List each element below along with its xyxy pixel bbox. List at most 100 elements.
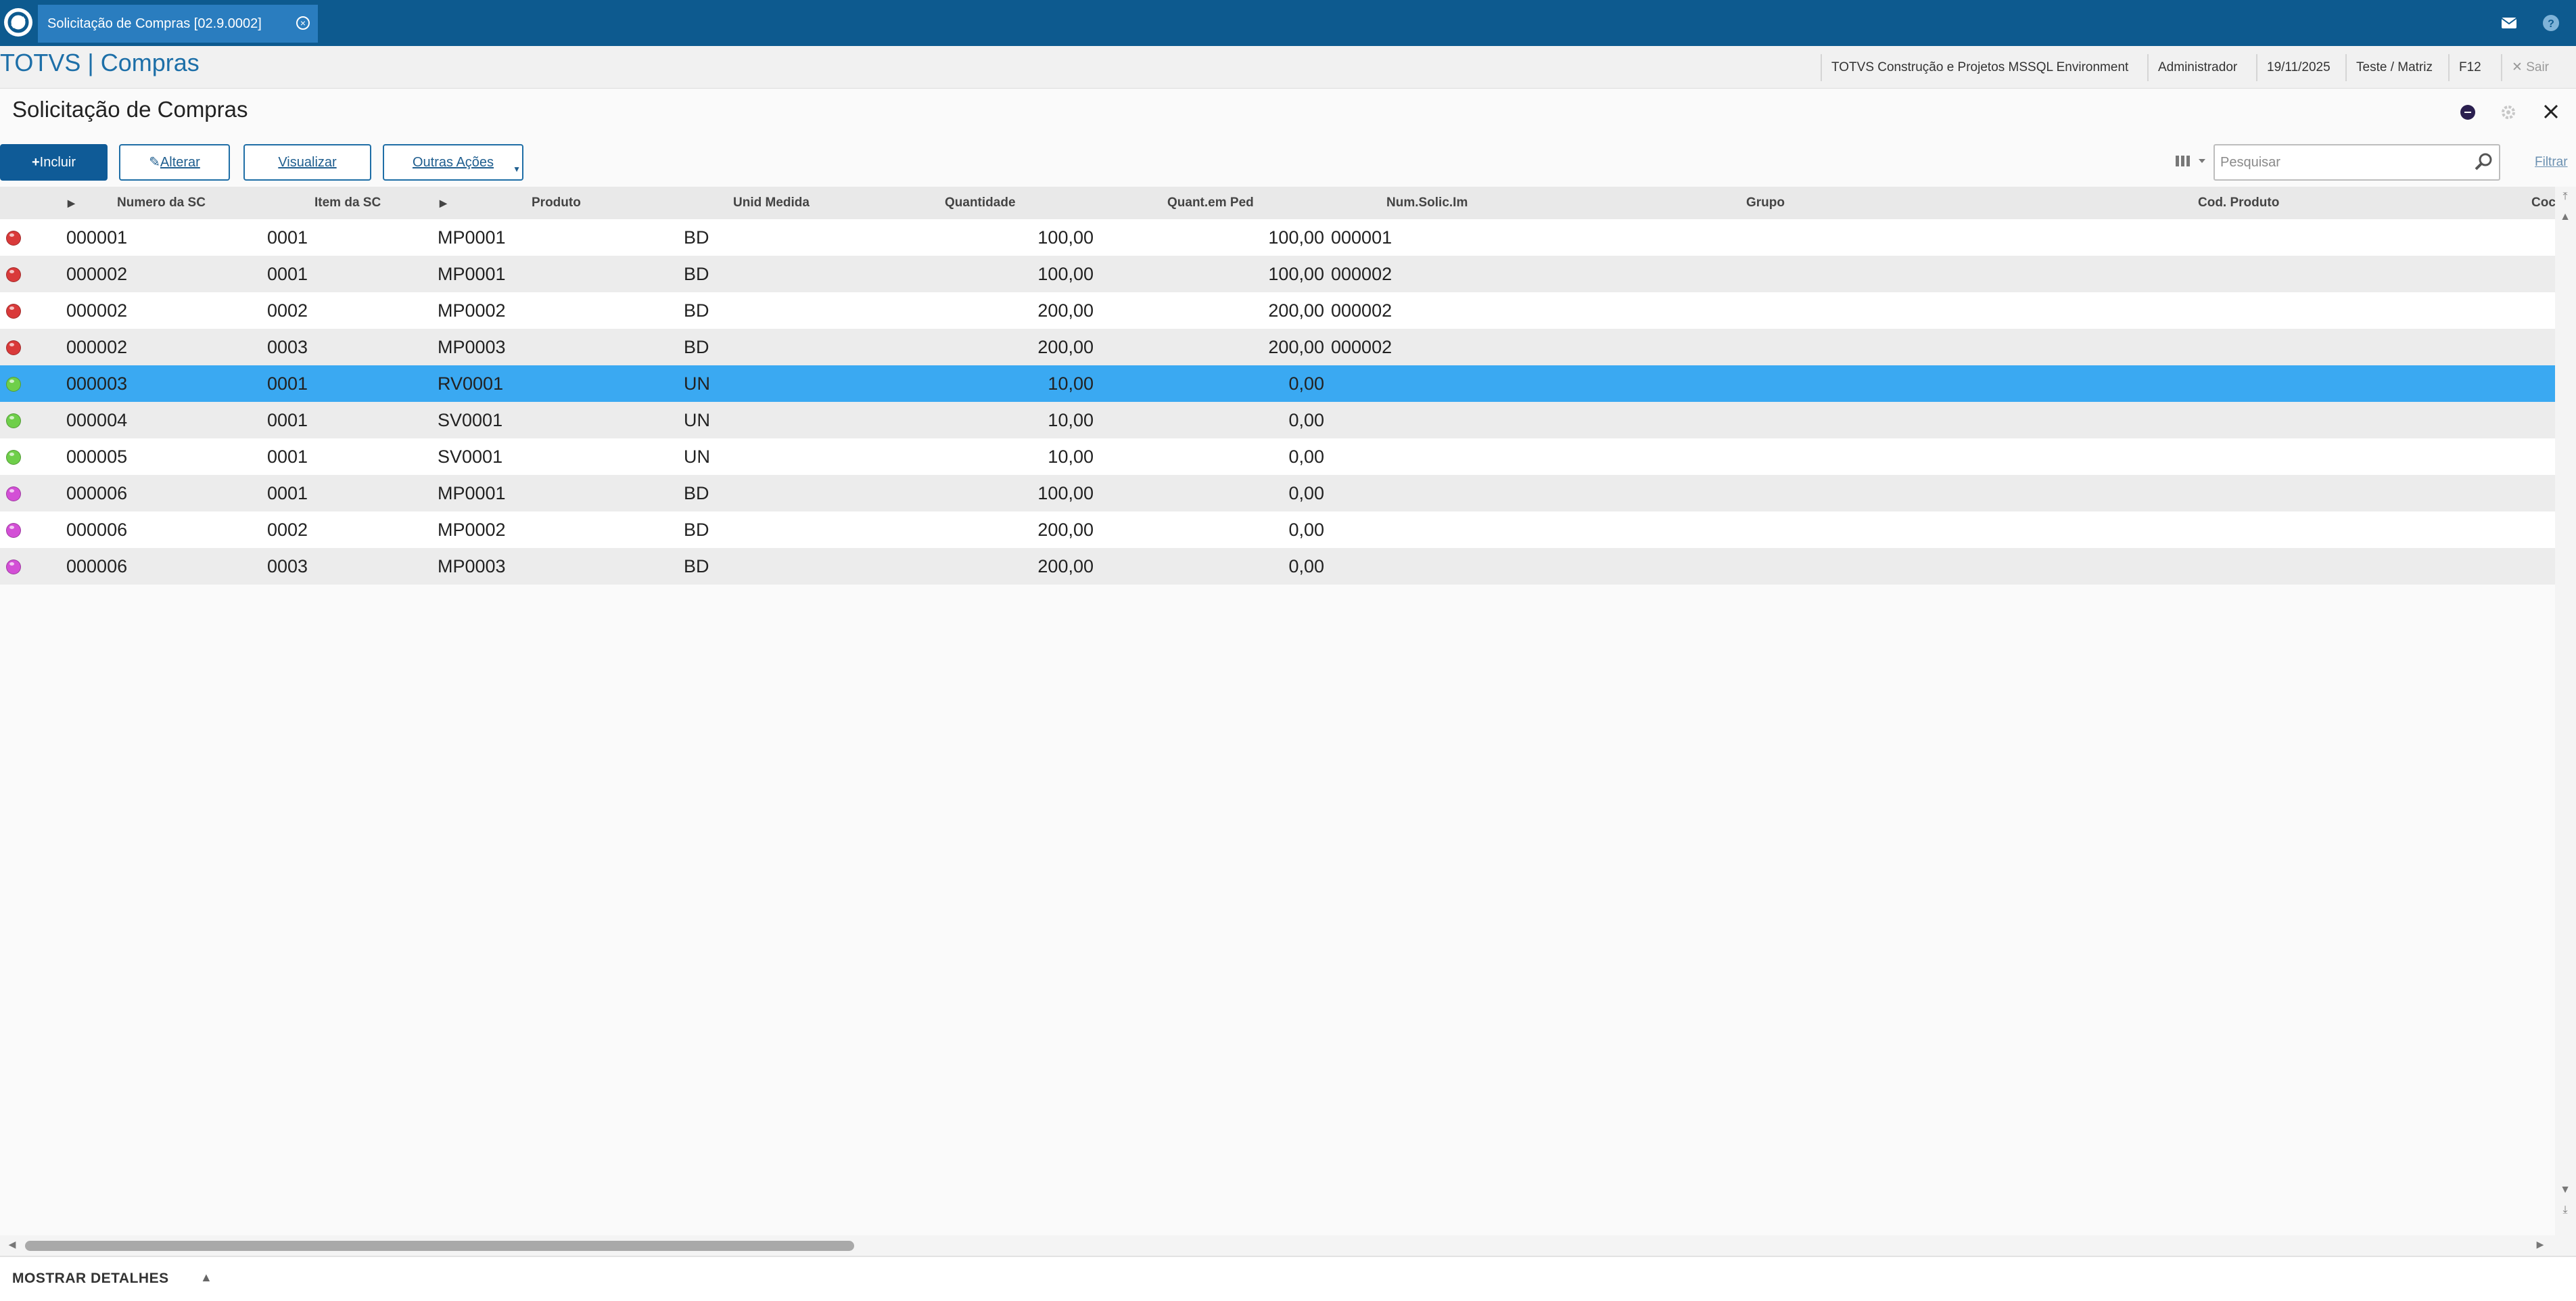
col-quant-em-ped[interactable]: Quant.em Ped [1167,187,1254,219]
incluir-label: Incluir [39,155,76,170]
cell-quant-em-ped: 100,00 [1268,264,1324,284]
cell-unid-medida: BD [684,337,709,357]
scroll-up-icon[interactable]: ▲ [2557,211,2573,223]
plus-icon: + [31,155,40,170]
table-row[interactable]: 000005 0001 SV0001 UN 10,00 0,00 [0,438,2555,475]
cell-item-sc: 0001 [267,227,308,248]
scroll-right-icon[interactable]: ▶ [2532,1239,2548,1250]
scroll-left-icon[interactable]: ◀ [4,1239,20,1250]
table-row[interactable]: 000006 0003 MP0003 BD 200,00 0,00 [0,548,2555,585]
col-grupo[interactable]: Grupo [1746,187,1785,219]
cell-produto: MP0001 [438,483,506,503]
help-icon[interactable]: ? [2537,9,2565,37]
cell-numero-sc: 000005 [66,447,128,467]
mail-icon[interactable] [2496,9,2523,37]
cell-unid-medida: UN [684,410,710,430]
col-numero-sc[interactable]: Numero da SC [117,187,206,219]
search-icon[interactable] [2473,150,2496,177]
top-bar: Solicitação de Compras [02.9.0002] × ? [0,0,2576,46]
date-label[interactable]: 19/11/2025 [2256,54,2340,81]
mostrar-detalhes-label[interactable]: MOSTRAR DETALHES [12,1271,169,1287]
table-row[interactable]: 000006 0002 MP0002 BD 200,00 0,00 [0,511,2555,548]
shortcut-label[interactable]: F12 [2448,54,2491,81]
horizontal-scrollbar[interactable]: ◀ ▶ [0,1235,2555,1256]
vertical-scrollbar[interactable]: ⤒ ▲ ▼ ⤓ [2555,187,2576,1256]
visualizar-label: Visualizar [278,155,337,170]
col-cod-produto[interactable]: Cod. Produto [2198,187,2279,219]
cell-quant-em-ped: 0,00 [1288,447,1324,467]
outras-acoes-button[interactable]: Outras Ações ▼ [383,144,523,181]
caret-up-icon[interactable]: ▲ [200,1271,212,1285]
filtrar-link[interactable]: Filtrar [2535,155,2568,170]
sort-arrow-icon[interactable]: ▶ [68,187,75,219]
user-label[interactable]: Administrador [2147,54,2247,81]
cell-produto: MP0001 [438,264,506,284]
cell-unid-medida: BD [684,227,709,248]
columns-config-icon[interactable] [2173,150,2211,177]
status-magenta-icon [6,486,21,501]
visualizar-button[interactable]: Visualizar [243,144,371,181]
environment-label[interactable]: TOTVS Construção e Projetos MSSQL Enviro… [1821,54,2138,81]
gear-icon[interactable] [2500,104,2517,124]
cell-quant-em-ped: 0,00 [1288,520,1324,540]
exit-icon: ✕ [2512,60,2527,74]
col-unid-medida[interactable]: Unid Medida [733,187,810,219]
cell-num-solic-im: 000001 [1331,227,1392,248]
cell-item-sc: 0001 [267,264,308,284]
cell-numero-sc: 000001 [66,227,128,248]
search-input[interactable] [2214,144,2500,181]
sort-arrow-icon[interactable]: ▶ [440,187,447,219]
incluir-button[interactable]: +Incluir [0,144,108,181]
cell-numero-sc: 000002 [66,300,128,321]
cell-item-sc: 0001 [267,373,308,394]
table-row[interactable]: 000002 0002 MP0002 BD 200,00 200,00 000002 [0,292,2555,329]
scroll-top-icon[interactable]: ⤒ [2557,191,2573,203]
scroll-down-icon[interactable]: ▼ [2557,1184,2573,1196]
cell-numero-sc: 000006 [66,556,128,576]
cell-numero-sc: 000002 [66,337,128,357]
col-item-sc[interactable]: Item da SC [314,187,381,219]
cell-quantidade: 100,00 [1037,264,1094,284]
status-circle-icon[interactable] [2459,104,2477,124]
branch-label[interactable]: Teste / Matriz [2345,54,2442,81]
horizontal-scroll-thumb[interactable] [25,1241,854,1251]
cell-quantidade: 10,00 [1048,373,1094,394]
tab-close-icon[interactable]: × [296,16,310,30]
cell-quant-em-ped: 0,00 [1288,556,1324,576]
details-footer[interactable]: MOSTRAR DETALHES ▲ [0,1256,2576,1301]
cell-quantidade: 100,00 [1037,227,1094,248]
cell-unid-medida: BD [684,483,709,503]
status-red-icon [6,304,21,319]
totvs-logo-icon[interactable] [4,8,32,37]
col-produto[interactable]: Produto [532,187,581,219]
chevron-down-icon: ▼ [513,164,521,174]
col-coc[interactable]: Coc [2531,187,2556,219]
cell-unid-medida: UN [684,373,710,394]
cell-quantidade: 100,00 [1037,483,1094,503]
close-icon[interactable] [2542,102,2560,124]
status-green-icon [6,450,21,465]
exit-button[interactable]: ✕ Sair [2501,54,2558,81]
cell-num-solic-im: 000002 [1331,264,1392,284]
cell-quant-em-ped: 0,00 [1288,410,1324,430]
table-row[interactable]: 000004 0001 SV0001 UN 10,00 0,00 [0,402,2555,438]
cell-num-solic-im: 000002 [1331,300,1392,321]
brand-bar: TOTVS | Compras TOTVS Construção e Proje… [0,46,2576,89]
col-quantidade[interactable]: Quantidade [945,187,1016,219]
cell-quantidade: 10,00 [1048,410,1094,430]
cell-item-sc: 0001 [267,447,308,467]
tab-solicitacao-compras[interactable]: Solicitação de Compras [02.9.0002] × [38,5,318,43]
table-row[interactable]: 000002 0003 MP0003 BD 200,00 200,00 000002 [0,329,2555,365]
grid-header: ▶ Numero da SC Item da SC ▶ Produto Unid… [0,187,2556,220]
cell-item-sc: 0002 [267,520,308,540]
alterar-button[interactable]: ✎Alterar [119,144,230,181]
scroll-bottom-icon[interactable]: ⤓ [2557,1204,2573,1216]
cell-numero-sc: 000004 [66,410,128,430]
col-num-solic-im[interactable]: Num.Solic.Im [1386,187,1468,219]
table-row[interactable]: 000006 0001 MP0001 BD 100,00 0,00 [0,475,2555,511]
table-row[interactable]: 000002 0001 MP0001 BD 100,00 100,00 000002 [0,256,2555,292]
table-row[interactable]: 000001 0001 MP0001 BD 100,00 100,00 000001 [0,219,2555,256]
table-row[interactable]: 000003 0001 RV0001 UN 10,00 0,00 [0,365,2555,402]
cell-item-sc: 0001 [267,483,308,503]
status-green-icon [6,377,21,392]
